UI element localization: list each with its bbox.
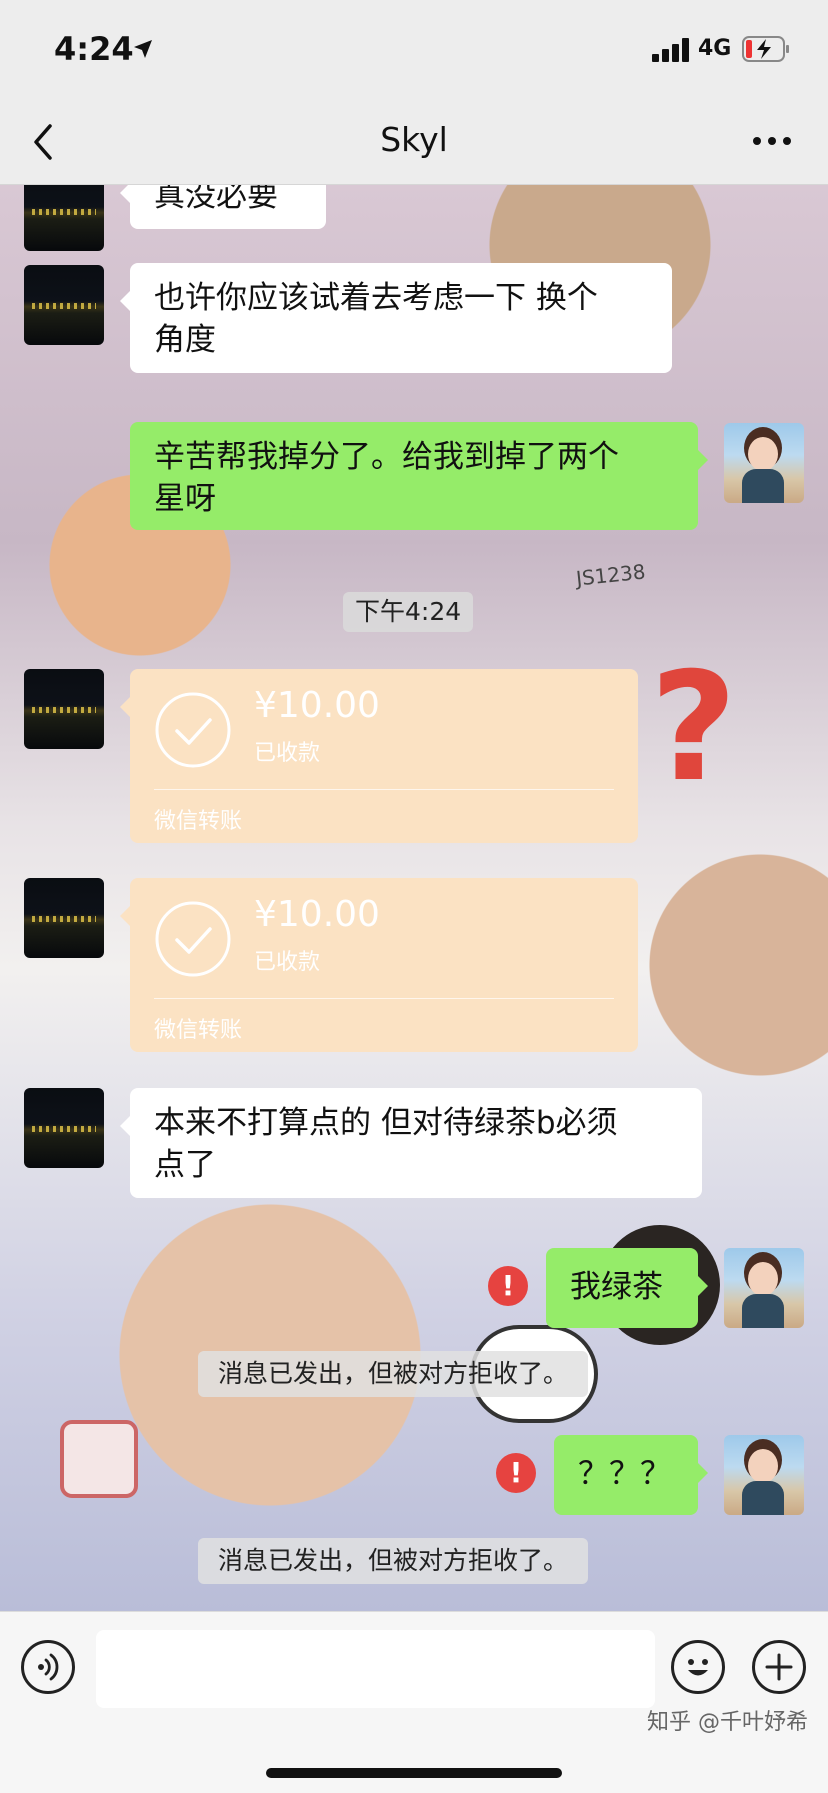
status-bar: 4:24 4G <box>0 0 828 100</box>
watermark: 知乎 @千叶妤希 <box>647 1710 808 1735</box>
transfer-label: 微信转账 <box>154 809 243 834</box>
send-failed-icon[interactable]: ! <box>488 1266 528 1306</box>
message-line: 辛苦帮我掉分了。给我到掉了两个 <box>154 439 619 475</box>
wallpaper-stamp <box>60 1420 138 1498</box>
outgoing-message[interactable]: 辛苦帮我掉分了。给我到掉了两个 星呀 <box>130 422 708 530</box>
contact-avatar[interactable] <box>24 669 104 749</box>
check-circle-icon <box>155 692 231 768</box>
transfer-divider <box>154 998 614 999</box>
contact-avatar[interactable] <box>24 265 104 345</box>
location-arrow-icon <box>134 40 152 58</box>
transfer-divider <box>154 789 614 790</box>
message-input[interactable] <box>96 1630 655 1708</box>
emoji-button[interactable] <box>671 1640 725 1694</box>
system-notice: 消息已发出，但被对方拒收了。 <box>198 1538 589 1584</box>
send-failed-icon[interactable]: ! <box>496 1453 536 1493</box>
voice-icon <box>38 1653 59 1681</box>
transfer-status: 已收款 <box>254 950 321 975</box>
wallpaper-question-mark: ? <box>650 641 738 815</box>
plus-icon <box>765 1653 793 1681</box>
outgoing-message[interactable]: 我绿茶 <box>546 1248 708 1328</box>
message-text: 我绿茶 <box>570 1269 663 1305</box>
battery-charging-icon <box>742 36 789 62</box>
transfer-status: 已收款 <box>254 741 321 766</box>
input-bar: 知乎 @千叶妤希 <box>0 1611 828 1793</box>
transfer-card[interactable]: ¥10.00 已收款 微信转账 <box>120 878 638 1052</box>
my-avatar[interactable] <box>724 1435 804 1515</box>
transfer-card[interactable]: ¥10.00 已收款 微信转账 <box>120 669 638 843</box>
status-time: 4:24 <box>54 30 134 68</box>
transfer-amount: ¥10.00 <box>254 894 380 935</box>
home-indicator[interactable] <box>266 1768 562 1778</box>
my-avatar[interactable] <box>724 423 804 503</box>
emoji-icon <box>688 1659 708 1676</box>
network-type: 4G <box>698 36 732 61</box>
incoming-message[interactable]: 也许你应该试着去考虑一下 换个 角度 <box>120 263 672 373</box>
chat-title: Skyl <box>380 120 448 159</box>
incoming-message[interactable]: 真没必要 <box>120 185 326 229</box>
outgoing-message[interactable]: ？？？ <box>554 1435 708 1515</box>
system-notice: 消息已发出，但被对方拒收了。 <box>198 1351 589 1397</box>
voice-button[interactable] <box>21 1640 75 1694</box>
incoming-message[interactable]: 本来不打算点的 但对待绿茶b必须 点了 <box>120 1088 702 1198</box>
message-line: 角度 <box>154 322 216 358</box>
transfer-label: 微信转账 <box>154 1018 243 1043</box>
message-line: 本来不打算点的 但对待绿茶b必须 <box>154 1105 618 1141</box>
chat-area[interactable]: ? JS1238 真没必要 也许你应该试着去考虑一下 换个 角度 辛苦帮我掉分了… <box>0 185 828 1611</box>
message-line: 星呀 <box>154 481 216 517</box>
nav-bar: Skyl <box>0 100 828 185</box>
wallpaper-tag-text: JS1238 <box>574 559 647 591</box>
signal-icon <box>652 38 690 62</box>
message-line: 点了 <box>154 1147 216 1183</box>
message-text: ？？？ <box>578 1456 671 1492</box>
message-line: 也许你应该试着去考虑一下 换个 <box>154 280 598 316</box>
check-circle-icon <box>155 901 231 977</box>
more-dots-icon[interactable] <box>752 134 792 148</box>
my-avatar[interactable] <box>724 1248 804 1328</box>
message-timestamp: 下午4:24 <box>343 592 474 632</box>
contact-avatar[interactable] <box>24 185 104 251</box>
transfer-amount: ¥10.00 <box>254 685 380 726</box>
contact-avatar[interactable] <box>24 1088 104 1168</box>
plus-button[interactable] <box>752 1640 806 1694</box>
contact-avatar[interactable] <box>24 878 104 958</box>
message-text: 真没必要 <box>154 185 278 214</box>
